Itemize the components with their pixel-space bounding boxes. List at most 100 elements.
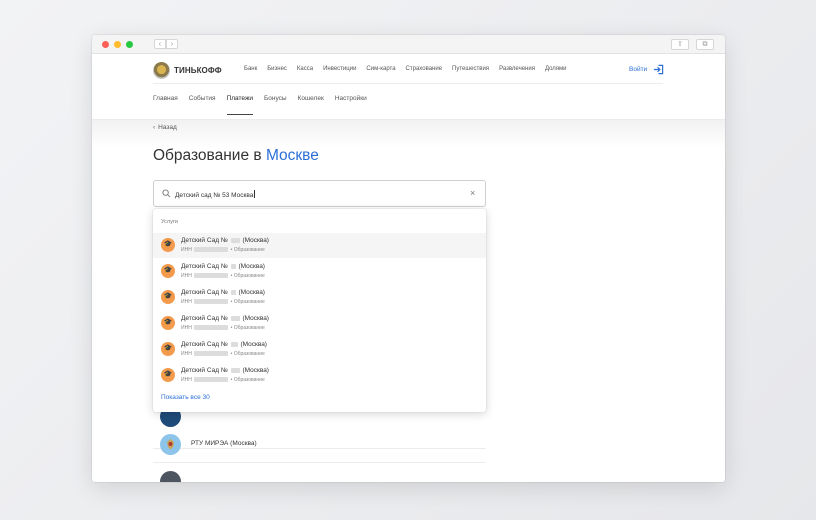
suggestion-title: Детский Сад № (Москва) bbox=[181, 237, 269, 244]
redacted-number bbox=[230, 264, 236, 269]
menu-item-business[interactable]: Бизнес bbox=[267, 66, 287, 72]
suggestion-subtitle: ИНН • Образование bbox=[181, 377, 265, 383]
menu-item-bank[interactable]: Банк bbox=[244, 66, 257, 72]
graduation-cap-icon: 🎓 bbox=[161, 342, 175, 356]
page-title-prefix: Образование в bbox=[153, 147, 262, 164]
inn-label: ИНН bbox=[181, 325, 192, 331]
suggestion-subtitle: ИНН • Образование bbox=[181, 247, 265, 253]
tinkoff-shield-icon bbox=[153, 62, 170, 79]
back-link[interactable]: ‹ Назад bbox=[153, 124, 177, 131]
search-icon bbox=[162, 189, 171, 198]
tab-events[interactable]: События bbox=[189, 95, 216, 102]
back-label: Назад bbox=[158, 124, 177, 131]
chevron-left-icon: ‹ bbox=[153, 124, 156, 131]
suggestion-title-prefix: Детский Сад № bbox=[181, 263, 228, 270]
browser-titlebar: ‹ › ⇧ ⧉ bbox=[92, 35, 725, 54]
redacted-inn bbox=[194, 351, 229, 356]
suggestion-category: • Образование bbox=[230, 273, 265, 279]
suggestion-category: • Образование bbox=[230, 299, 265, 305]
suggestion-category: • Образование bbox=[230, 247, 265, 253]
login-icon bbox=[654, 64, 664, 75]
tab-bonuses[interactable]: Бонусы bbox=[264, 95, 287, 102]
suggestion-title-suffix: (Москва) bbox=[242, 315, 269, 322]
menu-item-investments[interactable]: Инвестиции bbox=[323, 66, 356, 72]
browser-window: ‹ › ⇧ ⧉ ТИНЬКОФФ Банк Бизнес Касса Инвес… bbox=[92, 35, 725, 482]
menu-item-kassa[interactable]: Касса bbox=[297, 66, 313, 72]
maximize-window-button[interactable] bbox=[126, 41, 133, 48]
suggestion-title: Детский Сад № (Москва) bbox=[181, 289, 265, 296]
avatar bbox=[160, 434, 181, 455]
menu-item-travel[interactable]: Путешествия bbox=[452, 66, 489, 72]
page-title: Образование в Москве bbox=[153, 147, 319, 165]
search-value: Детский сад № 53 Москва bbox=[175, 190, 256, 199]
list-item[interactable]: РТУ МИРЭА (Москва) bbox=[153, 426, 486, 463]
suggestion-item[interactable]: 🎓 Детский Сад № (Москва) ИНН • Образован… bbox=[153, 337, 486, 362]
suggestion-title-prefix: Детский Сад № bbox=[181, 289, 228, 296]
inn-label: ИНН bbox=[181, 299, 192, 305]
inn-label: ИНН bbox=[181, 273, 192, 279]
suggestion-title-prefix: Детский Сад № bbox=[181, 341, 228, 348]
suggestion-item[interactable]: 🎓 Детский Сад № (Москва) ИНН • Образован… bbox=[153, 311, 486, 336]
redacted-number bbox=[230, 342, 238, 347]
suggestion-item[interactable]: 🎓 Детский Сад № (Москва) ИНН • Образован… bbox=[153, 285, 486, 310]
redacted-number bbox=[230, 238, 240, 243]
suggestion-title-suffix: (Москва) bbox=[242, 237, 269, 244]
suggestion-subtitle: ИНН • Образование bbox=[181, 325, 265, 331]
suggestion-title-suffix: (Москва) bbox=[238, 263, 265, 270]
text-caret bbox=[254, 190, 256, 198]
minimize-window-button[interactable] bbox=[114, 41, 121, 48]
graduation-cap-icon: 🎓 bbox=[161, 264, 175, 278]
suggestion-category: • Образование bbox=[230, 325, 265, 331]
redacted-inn bbox=[194, 247, 229, 252]
close-window-button[interactable] bbox=[102, 41, 109, 48]
login-button[interactable]: Войти bbox=[629, 64, 664, 75]
search-value-text: Детский сад № 53 Москва bbox=[175, 192, 254, 199]
main-menu: Банк Бизнес Касса Инвестиции Сим-карта С… bbox=[244, 66, 577, 72]
tab-wallet[interactable]: Кошелек bbox=[298, 95, 324, 102]
search-input[interactable]: Детский сад № 53 Москва × bbox=[153, 180, 486, 207]
clear-icon[interactable]: × bbox=[470, 188, 475, 198]
avatar bbox=[160, 471, 181, 482]
suggestion-subtitle: ИНН • Образование bbox=[181, 351, 265, 357]
menu-item-entertainment[interactable]: Развлечения bbox=[499, 66, 535, 72]
tinkoff-logo[interactable]: ТИНЬКОФФ bbox=[153, 62, 222, 79]
redacted-inn bbox=[194, 273, 229, 278]
tab-settings[interactable]: Настройки bbox=[335, 95, 367, 102]
list-item[interactable] bbox=[153, 463, 486, 482]
tabs-overview-icon[interactable]: ⧉ bbox=[696, 39, 714, 50]
city-selector[interactable]: Москве bbox=[266, 147, 319, 164]
graduation-cap-icon: 🎓 bbox=[161, 316, 175, 330]
menu-item-sim[interactable]: Сим-карта bbox=[366, 66, 395, 72]
suggestion-title: Детский Сад № (Москва) bbox=[181, 341, 267, 348]
graduation-cap-icon: 🎓 bbox=[161, 290, 175, 304]
dropdown-heading: Услуги bbox=[161, 219, 178, 225]
tab-payments[interactable]: Платежи bbox=[226, 95, 254, 115]
redacted-number bbox=[230, 290, 236, 295]
suggestion-item[interactable]: 🎓 Детский Сад № (Москва) ИНН • Образован… bbox=[153, 259, 486, 284]
suggestion-title: Детский Сад № (Москва) bbox=[181, 367, 269, 374]
header-divider bbox=[153, 83, 663, 84]
list-item-title: РТУ МИРЭА (Москва) bbox=[191, 440, 257, 447]
inn-label: ИНН bbox=[181, 247, 192, 253]
main-content: ‹ Назад Образование в Москве Детский сад … bbox=[92, 120, 725, 482]
redacted-number bbox=[230, 316, 240, 321]
suggestion-title-prefix: Детский Сад № bbox=[181, 367, 228, 374]
search-suggestions-dropdown: Услуги 🎓 Детский Сад № (Москва) ИНН • Об… bbox=[153, 209, 486, 412]
tab-main[interactable]: Главная bbox=[153, 95, 178, 102]
account-tabs: Главная События Платежи Бонусы Кошелек Н… bbox=[153, 95, 378, 115]
menu-item-dolyami[interactable]: Долями bbox=[545, 66, 567, 72]
suggestion-item[interactable]: 🎓 Детский Сад № (Москва) ИНН • Образован… bbox=[153, 233, 486, 258]
browser-back-icon[interactable]: ‹ bbox=[154, 39, 166, 49]
suggestion-category: • Образование bbox=[230, 377, 265, 383]
suggestion-title-suffix: (Москва) bbox=[242, 367, 269, 374]
show-all-link[interactable]: Показать все 30 bbox=[161, 394, 210, 401]
browser-forward-icon[interactable]: › bbox=[166, 39, 178, 49]
share-icon[interactable]: ⇧ bbox=[671, 39, 689, 50]
suggestion-title: Детский Сад № (Москва) bbox=[181, 315, 269, 322]
menu-item-insurance[interactable]: Страхование bbox=[406, 66, 442, 72]
suggestion-subtitle: ИНН • Образование bbox=[181, 299, 265, 305]
inn-label: ИНН bbox=[181, 351, 192, 357]
redacted-number bbox=[230, 368, 240, 373]
suggestion-item[interactable]: 🎓 Детский Сад № (Москва) ИНН • Образован… bbox=[153, 363, 486, 388]
suggestion-title-suffix: (Москва) bbox=[240, 341, 267, 348]
